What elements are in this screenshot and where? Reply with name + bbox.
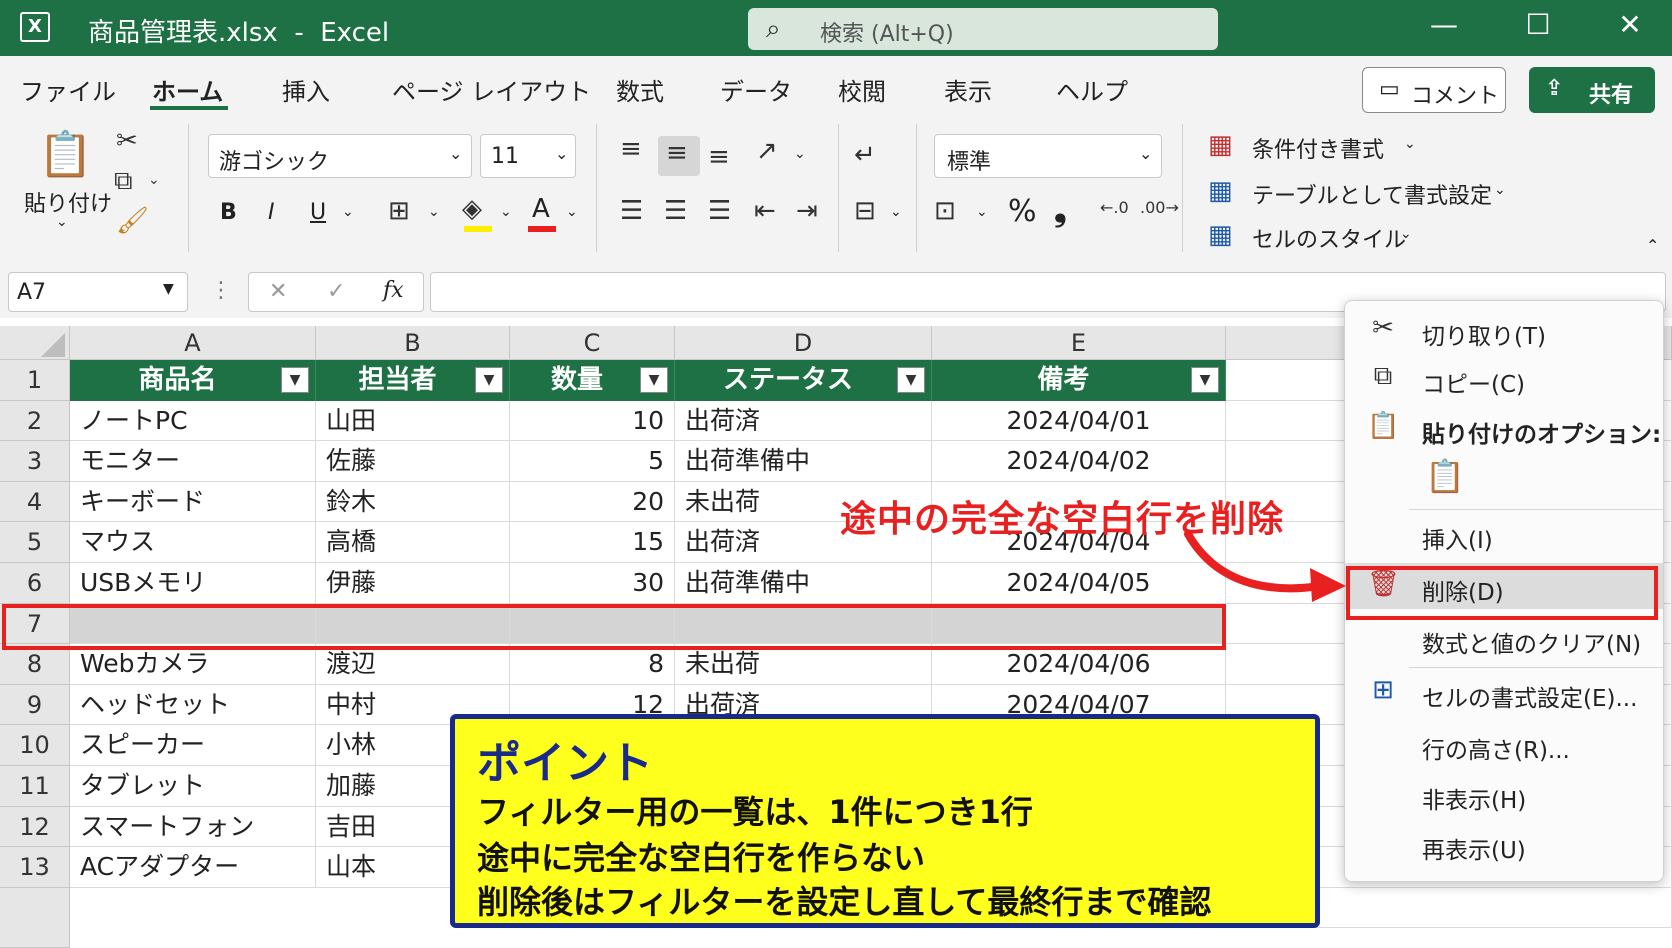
point-line: 途中に完全な空白行を作らない <box>477 839 926 877</box>
table-header-label: ステータス <box>722 365 853 395</box>
table-cell[interactable]: 30 <box>510 563 675 604</box>
table-cell[interactable]: スマートフォン <box>70 806 316 848</box>
row-header-6[interactable]: 6 <box>0 563 70 604</box>
table-header-label: 担当者 <box>358 365 437 395</box>
row-header-8[interactable]: 8 <box>0 644 70 685</box>
table-cell[interactable]: タブレット <box>70 766 316 807</box>
row-header-5[interactable]: 5 <box>0 522 70 563</box>
menu-item-hide[interactable]: 非表示(H) <box>1345 771 1663 817</box>
menu-item-clear-contents[interactable]: 数式と値のクリア(N) <box>1345 615 1663 661</box>
table-header-cell[interactable]: 商品名 ▼ <box>70 360 316 401</box>
menu-item-row-height[interactable]: 行の高さ(R)... <box>1345 721 1663 767</box>
table-cell[interactable]: 高橋 <box>316 522 510 563</box>
menu-item-cut[interactable]: ✂ 切り取り(T) <box>1345 307 1663 353</box>
menu-item-label: コピー(C) <box>1422 372 1526 398</box>
paste-icon: 📋 <box>1367 411 1400 441</box>
callout-arrow <box>1184 530 1346 602</box>
table-cell[interactable]: モニター <box>70 441 316 482</box>
table-cell[interactable]: 20 <box>510 481 675 523</box>
table-cell[interactable]: キーボード <box>70 481 316 523</box>
row-header-9[interactable]: 9 <box>0 684 70 726</box>
menu-item-unhide[interactable]: 再表示(U) <box>1345 821 1663 867</box>
format-cells-icon: ⊞ <box>1372 675 1394 705</box>
table-cell[interactable]: 出荷準備中 <box>675 441 932 482</box>
table-cell[interactable]: ACアダプター <box>70 847 316 888</box>
menu-item-label: 行の高さ(R)... <box>1422 738 1570 764</box>
table-cell[interactable]: スピーカー <box>70 725 316 766</box>
filter-dropdown-button[interactable]: ▼ <box>281 367 309 393</box>
table-cell[interactable]: 10 <box>510 400 675 442</box>
filter-dropdown-button[interactable]: ▼ <box>475 367 503 393</box>
table-cell[interactable]: 伊藤 <box>316 563 510 604</box>
table-cell[interactable]: ノートPC <box>70 400 316 442</box>
table-cell[interactable]: 出荷済 <box>675 400 932 442</box>
filter-dropdown-button[interactable]: ▼ <box>1191 367 1219 393</box>
menu-item-copy[interactable]: ⧉ コピー(C) <box>1345 355 1663 401</box>
table-cell[interactable]: 未出荷 <box>675 644 932 685</box>
table-cell[interactable]: 2024/04/01 <box>932 400 1226 442</box>
row-header-11[interactable]: 11 <box>0 766 70 807</box>
filter-dropdown-button[interactable]: ▼ <box>897 367 925 393</box>
table-cell[interactable]: USBメモリ <box>70 563 316 604</box>
menu-item-label: 切り取り(T) <box>1422 324 1546 350</box>
column-header-b[interactable]: B <box>316 326 510 360</box>
selected-row-highlight <box>2 604 1226 650</box>
point-line: 削除後はフィルターを設定し直して最終行まで確認 <box>477 883 1212 921</box>
row-header-4[interactable]: 4 <box>0 481 70 523</box>
row-header-empty <box>0 887 70 948</box>
table-cell[interactable]: 15 <box>510 522 675 563</box>
row-header-2[interactable]: 2 <box>0 400 70 442</box>
table-cell[interactable]: 渡辺 <box>316 644 510 685</box>
menu-separator <box>1409 667 1663 668</box>
row-header-12[interactable]: 12 <box>0 806 70 848</box>
table-cell[interactable]: 2024/04/02 <box>932 441 1226 482</box>
table-cell[interactable]: 鈴木 <box>316 481 510 523</box>
point-box: ポイント フィルター用の一覧は、1件につき1行 途中に完全な空白行を作らない 削… <box>450 714 1320 928</box>
table-cell[interactable]: 山田 <box>316 400 510 442</box>
menu-item-insert[interactable]: 挿入(I) <box>1345 511 1663 557</box>
menu-item-label: 挿入(I) <box>1422 528 1493 554</box>
menu-item-paste-options: 📋 貼り付けのオプション: <box>1345 405 1663 451</box>
cut-icon: ✂ <box>1372 313 1394 343</box>
filter-dropdown-button[interactable]: ▼ <box>640 367 668 393</box>
table-header-label: 商品名 <box>138 365 217 395</box>
table-header-cell[interactable]: 数量 ▼ <box>510 360 675 401</box>
table-cell[interactable]: 出荷準備中 <box>675 563 932 604</box>
row-header-3[interactable]: 3 <box>0 441 70 482</box>
table-header-cell[interactable]: 備考 ▼ <box>932 360 1226 401</box>
table-header-label: 数量 <box>550 365 603 395</box>
menu-separator <box>1409 509 1663 510</box>
column-header-d[interactable]: D <box>675 326 932 360</box>
table-header-cell[interactable]: ステータス ▼ <box>675 360 932 401</box>
table-cell[interactable]: 8 <box>510 644 675 685</box>
table-cell[interactable]: 佐藤 <box>316 441 510 482</box>
menu-item-format-cells[interactable]: ⊞ セルの書式設定(E)... <box>1345 669 1663 715</box>
column-header-a[interactable]: A <box>70 326 316 360</box>
select-all-corner[interactable] <box>0 326 70 360</box>
column-header-e[interactable]: E <box>932 326 1226 360</box>
row-header-1[interactable]: 1 <box>0 360 70 401</box>
table-cell[interactable]: ヘッドセット <box>70 684 316 726</box>
table-header-cell[interactable]: 担当者 ▼ <box>316 360 510 401</box>
column-header-c[interactable]: C <box>510 326 675 360</box>
menu-item-label: 再表示(U) <box>1422 838 1526 864</box>
table-cell[interactable]: 2024/04/06 <box>932 644 1226 685</box>
table-cell[interactable]: Webカメラ <box>70 644 316 685</box>
copy-icon: ⧉ <box>1373 361 1393 391</box>
table-cell[interactable]: マウス <box>70 522 316 563</box>
menu-item-label: セルの書式設定(E)... <box>1422 686 1638 712</box>
menu-item-label: 数式と値のクリア(N) <box>1422 632 1642 658</box>
point-line: フィルター用の一覧は、1件につき1行 <box>477 793 1033 831</box>
table-header-label: 備考 <box>1037 365 1090 395</box>
row-header-10[interactable]: 10 <box>0 725 70 766</box>
delete-highlight <box>1346 566 1658 620</box>
point-title: ポイント <box>477 738 653 789</box>
menu-item-label: 貼り付けのオプション: <box>1422 422 1662 448</box>
paste-text-only-icon[interactable]: 📋 <box>1425 457 1465 501</box>
menu-item-label: 非表示(H) <box>1422 788 1527 814</box>
table-cell[interactable]: 5 <box>510 441 675 482</box>
row-header-13[interactable]: 13 <box>0 847 70 888</box>
